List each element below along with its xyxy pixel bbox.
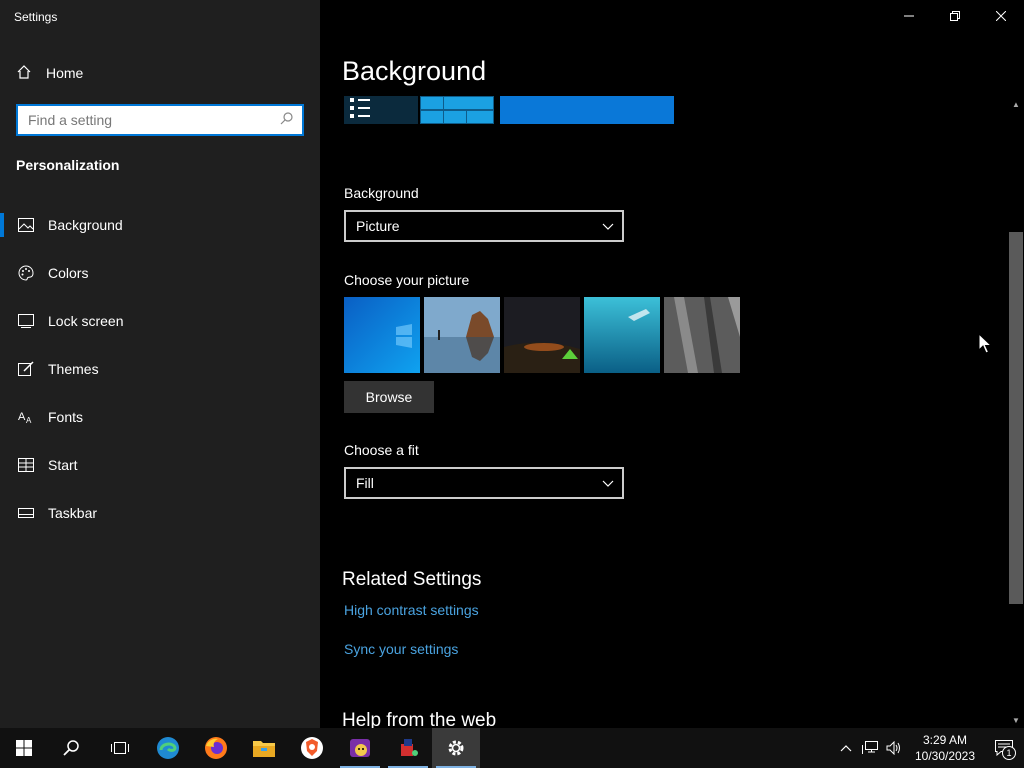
picture-icon: [18, 217, 34, 233]
mouse-cursor-icon: [978, 333, 992, 354]
search-icon[interactable]: [48, 728, 96, 768]
search-icon[interactable]: [280, 111, 294, 130]
clock-date: 10/30/2023: [914, 749, 976, 763]
sidebar-item-colors[interactable]: Colors: [0, 249, 320, 297]
task-view-icon[interactable]: [96, 728, 144, 768]
high-contrast-link[interactable]: High contrast settings: [344, 602, 479, 618]
search-box[interactable]: [16, 104, 304, 136]
sidebar-item-label: Lock screen: [48, 313, 124, 329]
start-icon: [18, 457, 34, 473]
home-icon: [16, 64, 32, 83]
sidebar-item-label: Background: [48, 217, 123, 233]
palette-icon: [18, 265, 34, 281]
svg-text:A: A: [26, 416, 32, 424]
themes-icon: [18, 361, 34, 377]
taskbar: 3:29 AM 10/30/2023 1: [0, 728, 1024, 768]
sidebar-item-themes[interactable]: Themes: [0, 345, 320, 393]
network-icon[interactable]: [858, 728, 882, 768]
paint-app-icon[interactable]: [384, 728, 432, 768]
background-label: Background: [344, 185, 419, 201]
volume-icon[interactable]: [882, 728, 906, 768]
related-settings-title: Related Settings: [342, 569, 482, 590]
page-title: Background: [342, 56, 487, 86]
sidebar-item-lock-screen[interactable]: Lock screen: [0, 297, 320, 345]
browse-button[interactable]: Browse: [344, 381, 434, 413]
picture-thumbnail-rock-cliff[interactable]: [664, 297, 740, 373]
notification-count-badge: 1: [1002, 746, 1016, 760]
svg-text:A: A: [18, 411, 26, 423]
scroll-track[interactable]: [1008, 112, 1024, 712]
show-hidden-icons-chevron-up-icon[interactable]: [834, 728, 858, 768]
brave-icon[interactable]: [288, 728, 336, 768]
fonts-icon: AA: [18, 409, 34, 425]
sidebar-item-label: Taskbar: [48, 505, 98, 521]
app-icon[interactable]: [336, 728, 384, 768]
home-label: Home: [46, 65, 84, 81]
sidebar-item-label: Colors: [48, 265, 89, 281]
scrollbar[interactable]: ▲ ▼: [1008, 96, 1024, 728]
app-title: Settings: [14, 10, 58, 24]
file-explorer-icon[interactable]: [240, 728, 288, 768]
firefox-icon[interactable]: [192, 728, 240, 768]
sidebar-item-label: Themes: [48, 361, 99, 377]
action-center-icon[interactable]: 1: [984, 728, 1024, 768]
lock-screen-icon: [18, 313, 34, 329]
edge-icon[interactable]: [144, 728, 192, 768]
chevron-down-icon: [602, 218, 614, 234]
section-title: Personalization: [16, 157, 120, 173]
scroll-down-icon[interactable]: ▼: [1008, 712, 1024, 728]
taskbar-icon: [18, 505, 34, 521]
system-tray: 3:29 AM 10/30/2023 1: [834, 728, 1024, 768]
sidebar-item-label: Fonts: [48, 409, 84, 425]
help-from-web-title: Help from the web: [342, 710, 497, 728]
sidebar-item-label: Start: [48, 457, 78, 473]
picture-thumbnail-night-sky[interactable]: [504, 297, 580, 373]
clock-time: 3:29 AM: [922, 733, 968, 747]
choose-fit-label: Choose a fit: [344, 442, 419, 458]
picture-thumbnail-windows[interactable]: [344, 297, 420, 373]
fit-dropdown-value: Fill: [356, 475, 374, 491]
sidebar-item-fonts[interactable]: AA Fonts: [0, 393, 320, 441]
choose-picture-label: Choose your picture: [344, 272, 470, 288]
chevron-down-icon: [602, 475, 614, 491]
picture-thumbnails: [344, 297, 740, 373]
sync-settings-link[interactable]: Sync your settings: [344, 641, 458, 657]
main-content: Background Background Picture Choose you…: [320, 0, 1008, 728]
clock[interactable]: 3:29 AM 10/30/2023: [910, 732, 980, 764]
sidebar-item-taskbar[interactable]: Taskbar: [0, 489, 320, 537]
scroll-up-icon[interactable]: ▲: [1008, 96, 1024, 112]
theme-preview: [344, 96, 674, 124]
picture-thumbnail-underwater[interactable]: [584, 297, 660, 373]
background-dropdown-value: Picture: [356, 218, 400, 234]
fit-dropdown[interactable]: Fill: [344, 467, 624, 499]
home-link[interactable]: Home: [16, 62, 83, 84]
search-input[interactable]: [28, 112, 280, 128]
scroll-thumb[interactable]: [1009, 232, 1023, 604]
background-dropdown[interactable]: Picture: [344, 210, 624, 242]
sidebar-item-background[interactable]: Background: [0, 201, 320, 249]
sidebar-item-start[interactable]: Start: [0, 441, 320, 489]
picture-thumbnail-beach[interactable]: [424, 297, 500, 373]
sidebar-nav: Background Colors Lock screen Themes AA …: [0, 201, 320, 537]
windows-start-icon[interactable]: [0, 728, 48, 768]
sidebar: Settings Home Personalization Background…: [0, 0, 320, 728]
settings-gear-icon[interactable]: [432, 728, 480, 768]
